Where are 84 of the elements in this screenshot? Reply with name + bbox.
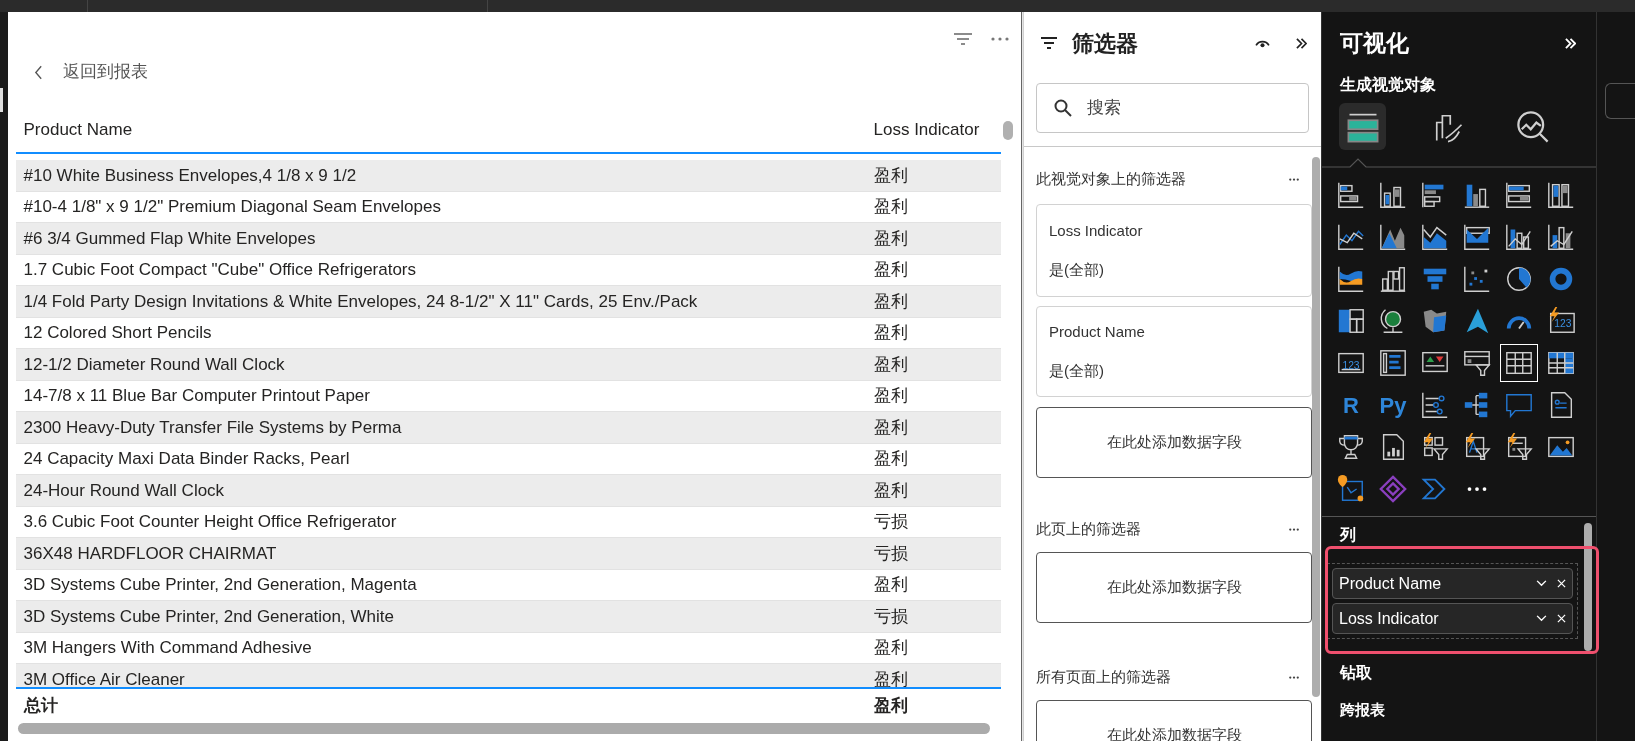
collapse-icon[interactable] — [1296, 37, 1307, 49]
section-title: 此视觉对象上的筛选器 — [1036, 168, 1186, 189]
table-cell-text: 盈利 — [873, 637, 909, 659]
table-cell-text: 3M Hangers With Command Adhesive — [22, 637, 313, 659]
section-title: 生成视觉对象 — [1338, 75, 1437, 95]
filter-card[interactable]: Loss Indicator 是(全部) — [1036, 204, 1312, 297]
more-options-icon[interactable] — [1288, 177, 1300, 181]
table-cell-text: 3D Systems Cube Printer, 2nd Generation, Magenta — [22, 574, 418, 596]
table-cell-text: 盈利 — [873, 290, 909, 313]
table-cell-text: 盈利 — [873, 164, 909, 187]
column-header[interactable]: Product Name — [15, 116, 874, 142]
table-cell-text: 1.7 Cubic Foot Compact "Cube" Office Refrigerators — [22, 259, 418, 281]
panel-title: 可视化 — [1340, 28, 1409, 58]
table-cell-text: 盈利 — [873, 448, 909, 470]
table-cell-text: 3M Office Air Cleaner — [22, 668, 186, 687]
field-name: Product Name — [1339, 573, 1443, 594]
table-cell-text: 盈利 — [873, 479, 909, 502]
panel-title: 筛选器 — [1072, 29, 1139, 58]
table-cell-text: 盈利 — [873, 668, 909, 687]
field-pill[interactable]: Loss Indicator — [1332, 603, 1573, 634]
filter-icon — [1040, 36, 1058, 50]
more-options-icon[interactable] — [990, 37, 1009, 41]
table-cell-text: 12 Colored Short Pencils — [22, 322, 213, 344]
table-cell-text: 盈利 — [873, 574, 909, 596]
table-cell-text: 盈利 — [873, 385, 909, 407]
table-cell-text: 亏损 — [873, 605, 909, 628]
more-options-icon[interactable] — [1288, 527, 1300, 531]
table-cell-text: 1/4 Fold Party Design Invitations & White Envelopes, 24 8-1/2" X 11" Cards, 25 Env./Pack — [22, 290, 699, 313]
filter-card[interactable]: Product Name 是(全部) — [1036, 306, 1312, 397]
filter-value: 是(全部) — [1049, 259, 1105, 280]
field-name: Loss Indicator — [1339, 608, 1440, 629]
scrollbar-thumb[interactable] — [1584, 523, 1592, 651]
setting-label: 跨报表 — [1340, 700, 1386, 720]
table-cell-text: 盈利 — [873, 227, 909, 250]
total-label: 总计 — [22, 695, 59, 718]
table-cell-text: 亏损 — [873, 511, 909, 533]
scrollbar-thumb[interactable] — [17, 723, 990, 734]
section-title: 所有页面上的筛选器 — [1036, 666, 1171, 687]
back-link[interactable]: 返回到报表 — [33, 59, 148, 85]
close-icon[interactable] — [1557, 579, 1566, 588]
script-icon[interactable]: R — [1333, 387, 1369, 423]
chevron-down-icon[interactable] — [1536, 580, 1547, 587]
table-cell-text: 14-7/8 x 11 Blue Bar Computer Printout Paper — [22, 385, 371, 407]
table-cell-text: 3.6 Cubic Foot Counter Height Office Refrigerator — [22, 511, 398, 533]
table-cell-text: 24 Capacity Maxi Data Binder Racks, Pearl — [22, 448, 351, 470]
script-icon[interactable]: Py — [1375, 387, 1411, 423]
table-tab[interactable] — [1339, 103, 1386, 150]
table-cell-text: 盈利 — [873, 322, 909, 344]
chevron-down-icon[interactable] — [1536, 615, 1547, 622]
section-title: 列 — [1340, 525, 1357, 545]
table-cell-text: #10-4 1/8" x 9 1/2" Premium Diagonal Seam Envelopes — [22, 196, 442, 218]
table-cell-text: 36X48 HARDFLOOR CHAIRMAT — [22, 542, 278, 565]
table-cell-text: 盈利 — [873, 353, 909, 376]
filter-field-name: Loss Indicator — [1049, 221, 1144, 241]
close-icon[interactable] — [1557, 614, 1566, 623]
drop-zone[interactable]: 在此处添加数据字段 — [1036, 407, 1312, 478]
search-field[interactable] — [1605, 83, 1635, 119]
field-pill[interactable]: Product Name — [1332, 568, 1573, 599]
total-value: 盈利 — [873, 695, 909, 718]
table-cell-text: 12-1/2 Diameter Round Wall Clock — [22, 353, 286, 376]
chevron-left-icon — [33, 64, 43, 80]
column-header[interactable]: Loss Indicator — [873, 116, 1000, 142]
filter-icon[interactable] — [952, 32, 973, 46]
drop-zone[interactable]: 在此处添加数据字段 — [1036, 552, 1312, 623]
more-options-icon[interactable] — [1288, 675, 1300, 679]
expand-icon[interactable] — [1565, 37, 1576, 49]
scrollbar-thumb[interactable] — [1002, 121, 1013, 140]
section-title: 此页上的筛选器 — [1036, 518, 1141, 539]
table-cell-text: 2300 Heavy-Duty Transfer File Systems by Perma — [22, 416, 403, 439]
magnifier-icon — [1514, 108, 1551, 145]
table-cell-text: 盈利 — [873, 416, 909, 439]
section-title: 钻取 — [1340, 663, 1373, 683]
filter-field-name: Product Name — [1049, 322, 1146, 342]
table-cell-text: #10 White Business Envelopes,4 1/8 x 9 1/2 — [22, 164, 358, 187]
table-cell-text: 盈利 — [873, 259, 909, 281]
table-cell-text: #6 3/4 Gummed Flap White Envelopes — [22, 227, 317, 250]
table-cell-text: 24-Hour Round Wall Clock — [22, 479, 226, 502]
scrollbar-thumb[interactable] — [1312, 157, 1320, 697]
table-cell-text: 亏损 — [873, 542, 909, 565]
filter-value: 是(全部) — [1049, 360, 1105, 381]
table-icon[interactable] — [1500, 344, 1538, 382]
table-cell-text: 盈利 — [873, 196, 909, 218]
table-cell-text: 3D Systems Cube Printer, 2nd Generation, White — [22, 605, 395, 628]
search-icon — [1054, 99, 1072, 117]
